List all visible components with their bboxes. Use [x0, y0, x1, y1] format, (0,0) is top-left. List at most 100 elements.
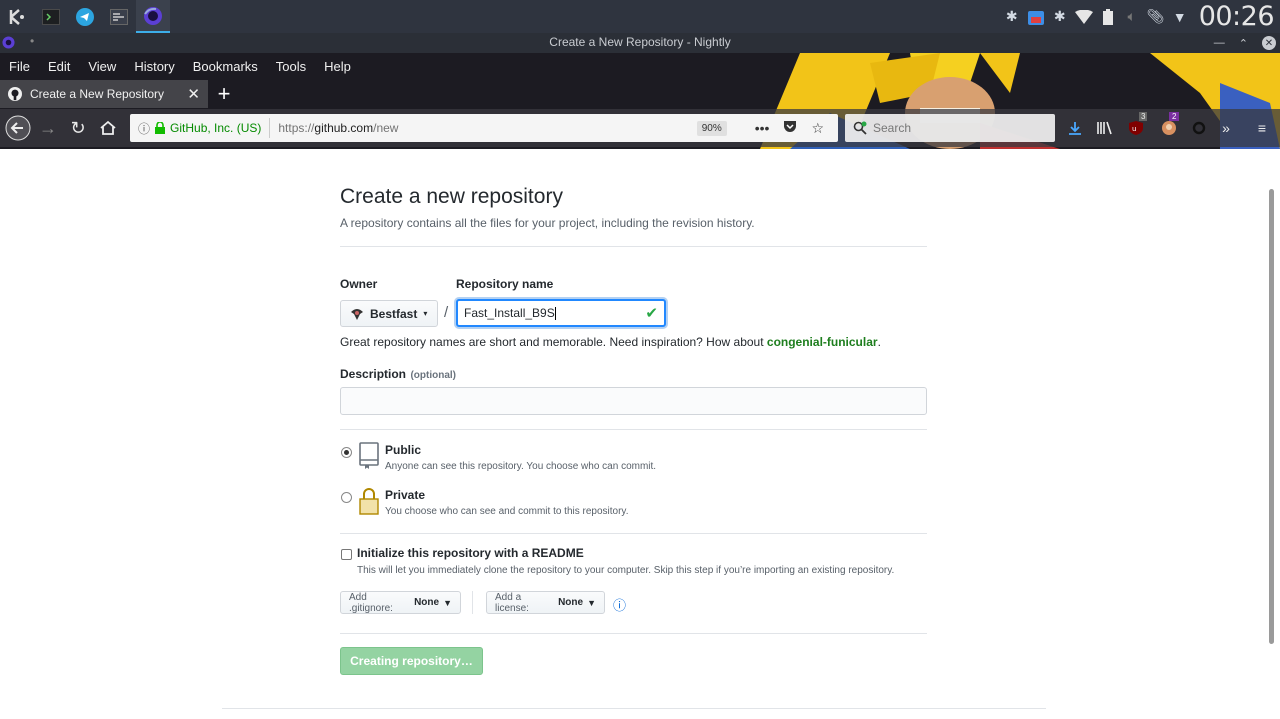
tab-create-repository[interactable]: Create a New Repository ✕: [0, 80, 208, 108]
new-tab-icon[interactable]: +: [208, 80, 240, 108]
owner-repo-separator: /: [444, 304, 449, 321]
repo-book-icon: [359, 442, 379, 469]
description-label: Description: [340, 367, 407, 381]
close-window-icon[interactable]: ✕: [1262, 36, 1276, 50]
pocket-icon[interactable]: [783, 120, 797, 136]
site-identity-label: GitHub, Inc. (US): [170, 121, 262, 135]
search-placeholder: Search: [873, 121, 912, 135]
owner-name: Bestfast: [370, 306, 418, 321]
repo-name-hint: Great repository names are short and mem…: [340, 335, 881, 349]
extension-icon[interactable]: 2: [1158, 112, 1180, 140]
window-titlebar[interactable]: • Create a New Repository - Nightly — ⌃ …: [0, 33, 1280, 53]
valid-check-icon: ✔: [645, 305, 658, 322]
tab-title: Create a New Repository: [30, 87, 165, 101]
new-repo-form: Create a new repository A repository con…: [340, 149, 927, 675]
description-label-row: Description (optional): [340, 365, 456, 383]
repo-name-input[interactable]: Fast_Install_B9S ✔: [456, 299, 666, 327]
owner-select[interactable]: Bestfast ▾: [340, 300, 438, 327]
menubar: File Edit View History Bookmarks Tools H…: [0, 53, 360, 79]
dropdown-caret-icon: ▾: [423, 309, 428, 318]
search-bar[interactable]: Search: [845, 114, 1055, 142]
site-identity[interactable]: ⓘ GitHub, Inc. (US): [130, 118, 271, 138]
description-optional: (optional): [410, 370, 457, 381]
home-icon[interactable]: [93, 113, 123, 143]
bluetooth-status-icon[interactable]: ✱: [1051, 8, 1069, 26]
menu-history[interactable]: History: [125, 59, 183, 74]
menu-edit[interactable]: Edit: [39, 59, 79, 74]
create-repository-button[interactable]: Creating repository…: [340, 647, 483, 675]
url-text[interactable]: https://github.com/new: [270, 121, 696, 135]
maximize-icon[interactable]: ⌃: [1239, 37, 1248, 50]
owner-avatar: [351, 308, 363, 320]
page-subtitle: A repository contains all the files for …: [340, 216, 755, 230]
repo-name-value: Fast_Install_B9S: [464, 305, 555, 320]
window-title: Create a New Repository - Nightly: [549, 35, 731, 49]
description-input[interactable]: [340, 387, 927, 415]
lock-icon: [359, 488, 379, 515]
ublock-badge: 3: [1139, 112, 1148, 121]
volume-icon[interactable]: 🔈︎: [1123, 8, 1141, 26]
page-scrollbar[interactable]: [1269, 189, 1274, 644]
divider: [340, 533, 927, 534]
text-caret: [554, 307, 556, 321]
dropdown-caret-icon: ▼: [587, 597, 596, 608]
battery-icon[interactable]: [1099, 8, 1117, 26]
library-icon[interactable]: [1095, 116, 1115, 140]
tab-strip: Create a New Repository ✕ +: [0, 80, 240, 108]
menu-view[interactable]: View: [79, 59, 125, 74]
reload-icon[interactable]: ↻: [63, 113, 93, 143]
dropdown-caret-icon: ▼: [443, 597, 452, 608]
visibility-private-option[interactable]: Private You choose who can see and commi…: [340, 487, 628, 517]
page-title: Create a new repository: [340, 185, 563, 208]
extension-badge: 2: [1169, 112, 1180, 121]
calendar-icon[interactable]: [1027, 8, 1045, 26]
menu-help[interactable]: Help: [315, 59, 360, 74]
public-radio[interactable]: [341, 447, 352, 458]
zoom-indicator[interactable]: 90%: [696, 120, 727, 136]
readme-option[interactable]: Initialize this repository with a README…: [340, 546, 894, 576]
system-tray: ✱ ✱ 🔈︎ 📎︎ ▼ 00:26: [1003, 0, 1280, 33]
private-radio[interactable]: [341, 492, 352, 503]
downloads-icon[interactable]: [1066, 116, 1084, 140]
readme-checkbox[interactable]: [341, 549, 352, 560]
overflow-chevron-icon[interactable]: »: [1216, 116, 1236, 140]
telegram-icon[interactable]: [68, 0, 102, 33]
menu-file[interactable]: File: [0, 59, 39, 74]
repo-name-label: Repository name: [456, 277, 554, 291]
url-bar[interactable]: ⓘ GitHub, Inc. (US) https://github.com/n…: [130, 114, 838, 142]
terminal-icon[interactable]: [34, 0, 68, 33]
page-actions-icon[interactable]: •••: [755, 120, 770, 136]
license-select[interactable]: Add a license: None ▼: [486, 591, 605, 614]
forward-icon[interactable]: →: [33, 113, 63, 143]
kde-menu-icon[interactable]: [0, 0, 34, 33]
sync-icon[interactable]: [1190, 116, 1208, 140]
name-suggestion-link[interactable]: congenial-funicular: [767, 335, 878, 349]
tab-close-icon[interactable]: ✕: [187, 85, 200, 103]
menu-tools[interactable]: Tools: [267, 59, 315, 74]
private-title: Private: [385, 488, 426, 502]
firefox-nightly-icon[interactable]: [136, 0, 170, 33]
menu-bookmarks[interactable]: Bookmarks: [184, 59, 267, 74]
divider: [340, 246, 927, 247]
svg-text:u: u: [1132, 125, 1136, 133]
tray-expand-icon[interactable]: ▼: [1171, 8, 1189, 26]
clock[interactable]: 00:26: [1199, 1, 1275, 32]
ublock-icon[interactable]: u 3: [1125, 112, 1148, 140]
gitignore-select[interactable]: Add .gitignore: None ▼: [340, 591, 461, 614]
divider: [340, 429, 927, 430]
license-info-icon[interactable]: ⓘ: [613, 595, 626, 614]
public-title: Public: [385, 443, 422, 457]
hamburger-menu-icon[interactable]: ≡: [1252, 116, 1272, 140]
private-description: You choose who can see and commit to thi…: [385, 506, 629, 517]
divider: [340, 633, 927, 634]
visibility-public-option[interactable]: Public Anyone can see this repository. Y…: [340, 442, 656, 472]
wifi-icon[interactable]: [1074, 8, 1093, 26]
lock-icon: [155, 122, 166, 134]
clipboard-icon[interactable]: 📎︎: [1147, 8, 1165, 26]
bookmark-star-icon[interactable]: ☆: [811, 120, 824, 137]
system-monitor-icon[interactable]: [102, 0, 136, 33]
minimize-icon[interactable]: —: [1214, 37, 1225, 49]
bluetooth-icon[interactable]: ✱: [1003, 8, 1021, 26]
info-icon[interactable]: ⓘ: [138, 120, 150, 137]
back-icon[interactable]: [3, 113, 33, 143]
